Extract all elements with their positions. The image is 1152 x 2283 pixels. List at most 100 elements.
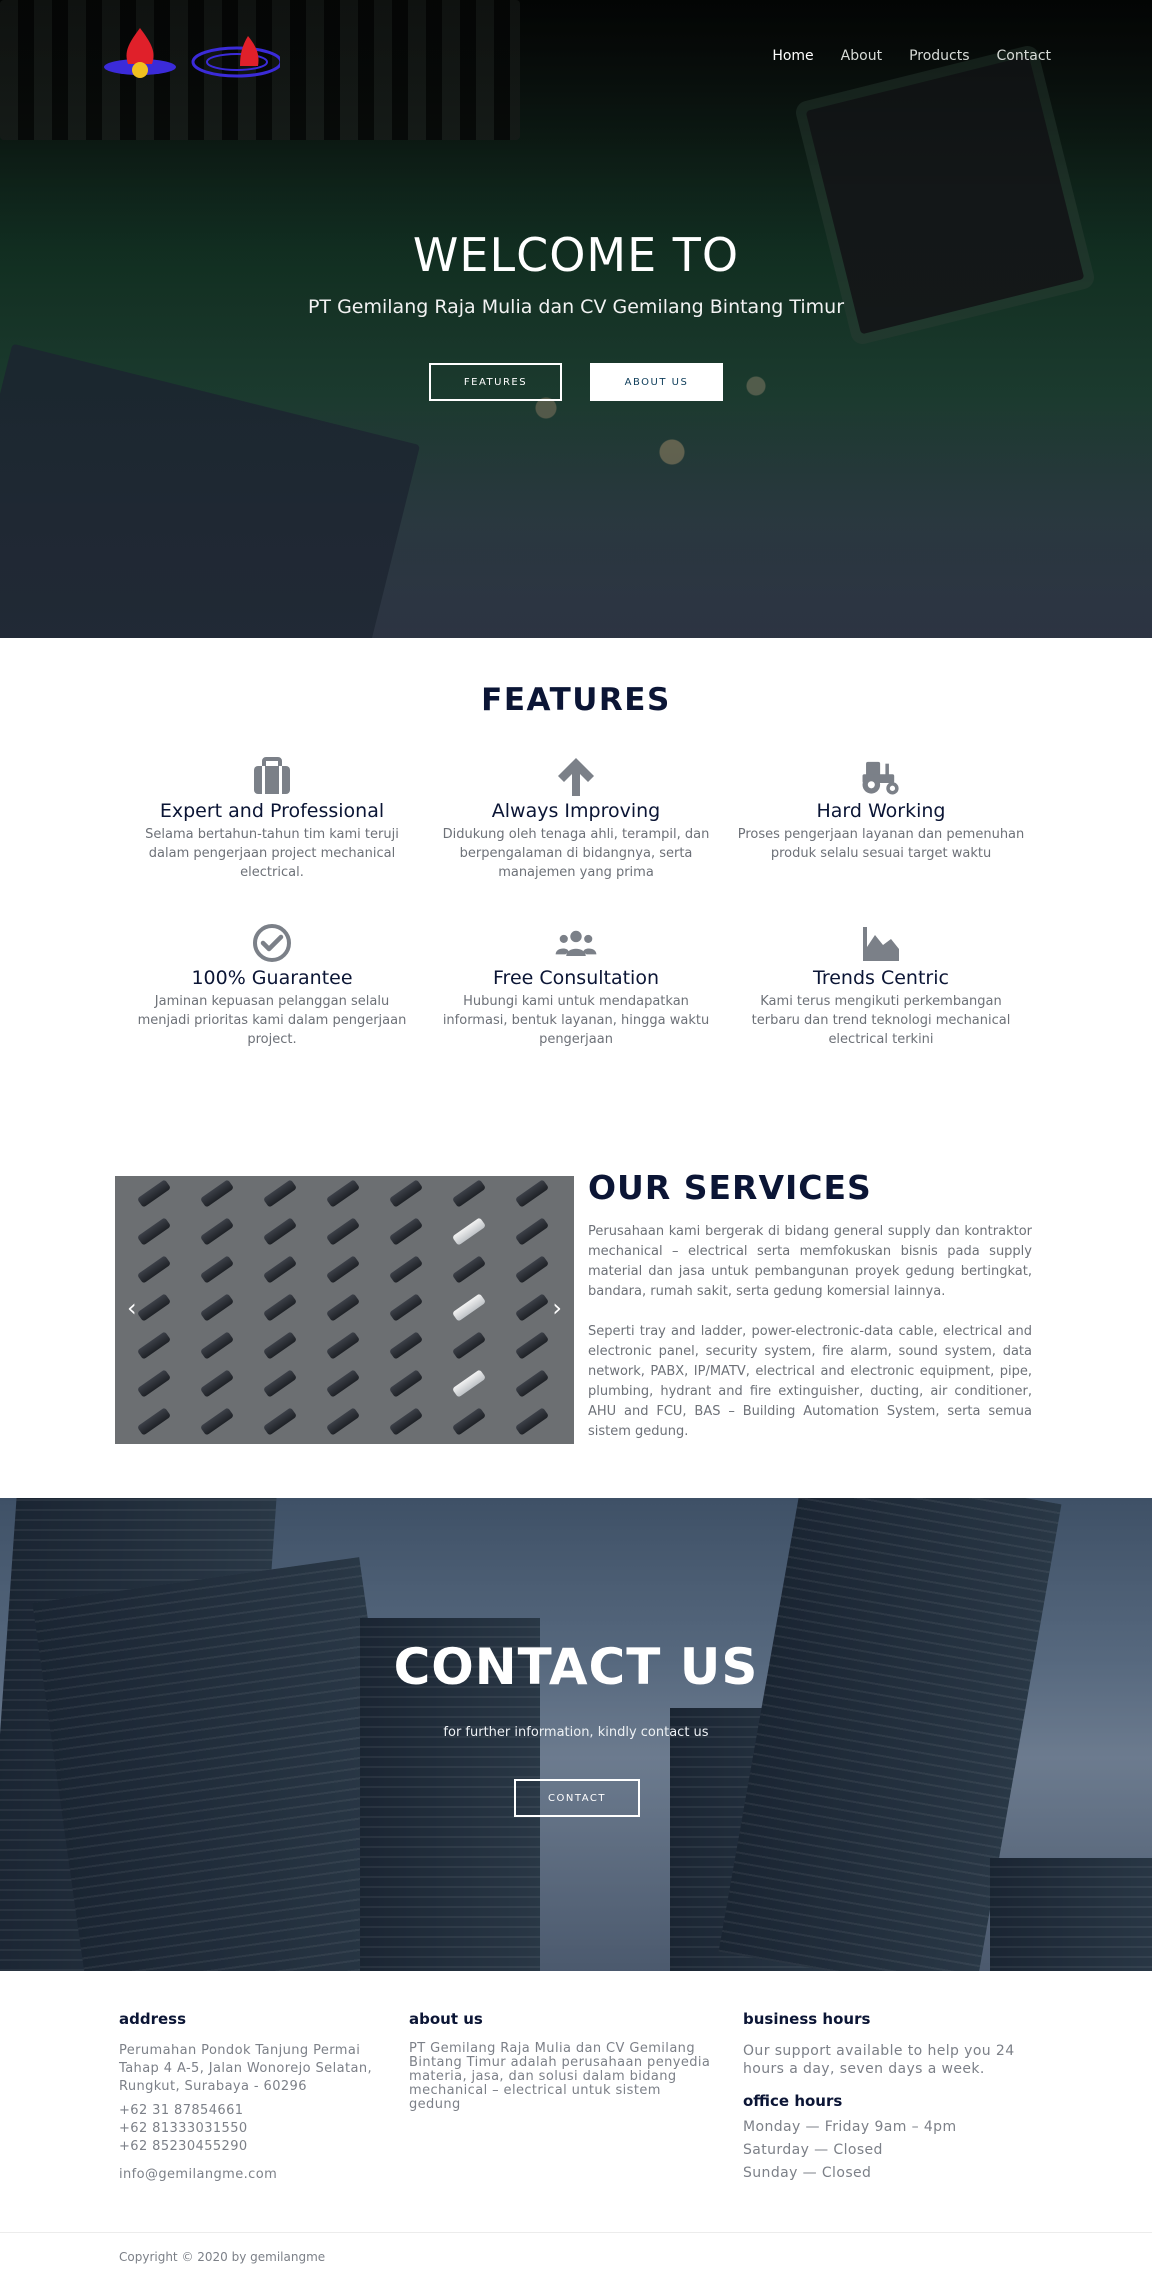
feature-item: Trends Centric Kami terus mengikuti perk… xyxy=(736,921,1026,1049)
camera-graphic xyxy=(136,1407,172,1436)
camera-graphic xyxy=(199,1331,235,1360)
contact-section: CONTACT US for further information, kind… xyxy=(0,1498,1152,1971)
office-hours-title: office hours xyxy=(743,2092,843,2110)
feature-title: Free Consultation xyxy=(493,967,659,989)
feature-item: 100% Guarantee Jaminan kepuasan pelangga… xyxy=(127,921,417,1049)
camera-graphic xyxy=(325,1255,361,1284)
camera-graphic xyxy=(451,1255,487,1284)
camera-graphic xyxy=(514,1293,550,1322)
camera-graphic xyxy=(388,1293,424,1322)
camera-graphic xyxy=(262,1179,298,1208)
main-nav: Home About Products Contact xyxy=(772,48,1051,64)
company-logo[interactable] xyxy=(100,22,280,86)
phone-2[interactable]: +62 81333031550 xyxy=(119,2120,389,2138)
camera-graphic xyxy=(262,1331,298,1360)
feature-text: Proses pengerjaan layanan dan pemenuhan … xyxy=(737,827,1025,861)
feature-item: Hard Working Proses pengerjaan layanan d… xyxy=(736,754,1026,863)
feature-title: Trends Centric xyxy=(813,967,949,989)
footer-divider xyxy=(0,2232,1152,2233)
phone-1[interactable]: +62 31 87854661 xyxy=(119,2102,389,2120)
camera-graphic xyxy=(514,1407,550,1436)
camera-graphic xyxy=(514,1331,550,1360)
feature-title: Always Improving xyxy=(491,800,661,822)
camera-graphic xyxy=(325,1369,361,1398)
office-hours-sunday: Sunday — Closed xyxy=(743,2165,872,2181)
contact-button[interactable]: CONTACT xyxy=(514,1779,640,1817)
camera-graphic xyxy=(199,1293,235,1322)
camera-graphic xyxy=(136,1293,172,1322)
camera-graphic xyxy=(325,1179,361,1208)
services-image-slider[interactable]: ‹ › xyxy=(115,1176,574,1444)
footer-about-title: about us xyxy=(409,2010,483,2028)
features-title: FEATURES xyxy=(481,682,671,718)
footer-address: address Perumahan Pondok Tanjung Permai … xyxy=(119,2010,389,2184)
camera-graphic xyxy=(388,1407,424,1436)
camera-graphic xyxy=(388,1217,424,1246)
contact-subtitle: for further information, kindly contact … xyxy=(443,1725,709,1740)
services-title: OUR SERVICES xyxy=(588,1168,872,1207)
nav-home[interactable]: Home xyxy=(772,48,813,64)
feature-item: Expert and Professional Selama bertahun-… xyxy=(127,754,417,882)
footer-hours-title: business hours xyxy=(743,2010,871,2028)
camera-graphic xyxy=(136,1331,172,1360)
footer-about: about us PT Gemilang Raja Mulia dan CV G… xyxy=(409,2010,714,2112)
camera-graphic xyxy=(388,1255,424,1284)
footer-about-text: PT Gemilang Raja Mulia dan CV Gemilang B… xyxy=(409,2041,711,2112)
address-text: Perumahan Pondok Tanjung Permai Tahap 4 … xyxy=(119,2043,372,2094)
footer-hours-text: Our support available to help you 24 hou… xyxy=(743,2043,1015,2077)
camera-graphic xyxy=(514,1255,550,1284)
camera-graphic xyxy=(325,1293,361,1322)
hero-section: Home About Products Contact WELCOME TO P… xyxy=(0,0,1152,638)
feature-text: Hubungi kami untuk mendapatkan informasi… xyxy=(442,994,710,1047)
camera-graphic xyxy=(136,1369,172,1398)
phone-3[interactable]: +62 85230455290 xyxy=(119,2138,389,2156)
camera-graphic xyxy=(199,1369,235,1398)
check-circle-icon xyxy=(253,924,291,962)
camera-graphic xyxy=(136,1217,172,1246)
camera-graphic xyxy=(262,1217,298,1246)
camera-graphic xyxy=(325,1217,361,1246)
feature-text: Selama bertahun-tahun tim kami teruji da… xyxy=(145,827,399,880)
camera-graphic xyxy=(199,1179,235,1208)
nav-contact[interactable]: Contact xyxy=(997,48,1051,64)
nav-products[interactable]: Products xyxy=(909,48,969,64)
camera-graphic xyxy=(199,1217,235,1246)
camera-graphic xyxy=(136,1179,172,1208)
arrow-up-icon xyxy=(558,758,594,796)
feature-item: Always Improving Didukung oleh tenaga ah… xyxy=(431,754,721,882)
slider-next-arrow[interactable]: › xyxy=(552,1294,562,1322)
hero-buttons: FEATURES ABOUT US xyxy=(0,363,1152,401)
camera-graphic xyxy=(262,1293,298,1322)
feature-text: Kami terus mengikuti perkembangan terbar… xyxy=(751,994,1011,1047)
camera-graphic xyxy=(451,1407,487,1436)
office-hours-weekday: Monday — Friday 9am – 4pm xyxy=(743,2119,957,2135)
footer-address-title: address xyxy=(119,2010,187,2028)
features-button[interactable]: FEATURES xyxy=(429,363,562,401)
camera-graphic xyxy=(325,1407,361,1436)
camera-graphic xyxy=(451,1331,487,1360)
camera-graphic xyxy=(451,1293,487,1322)
camera-graphic xyxy=(325,1331,361,1360)
slider-prev-arrow[interactable]: ‹ xyxy=(127,1294,137,1322)
camera-graphic xyxy=(451,1179,487,1208)
camera-graphic xyxy=(514,1369,550,1398)
camera-graphic xyxy=(262,1407,298,1436)
nav-about[interactable]: About xyxy=(841,48,882,64)
camera-graphic xyxy=(136,1255,172,1284)
chart-area-icon xyxy=(863,927,899,961)
camera-graphic xyxy=(199,1407,235,1436)
camera-graphic xyxy=(514,1217,550,1246)
camera-graphic xyxy=(514,1179,550,1208)
camera-graphic xyxy=(451,1217,487,1246)
tractor-icon xyxy=(862,761,899,795)
camera-graphic xyxy=(262,1369,298,1398)
camera-graphic xyxy=(451,1369,487,1398)
contact-title: CONTACT US xyxy=(393,1638,759,1696)
about-us-button[interactable]: ABOUT US xyxy=(590,363,723,401)
footer-hours: business hours Our support available to … xyxy=(743,2010,1033,2185)
feature-text: Jaminan kepuasan pelanggan selalu menjad… xyxy=(137,994,407,1047)
feature-title: Hard Working xyxy=(816,800,946,822)
camera-graphic xyxy=(388,1179,424,1208)
email-link[interactable]: info@gemilangme.com xyxy=(119,2166,389,2184)
briefcase-icon xyxy=(254,757,290,794)
